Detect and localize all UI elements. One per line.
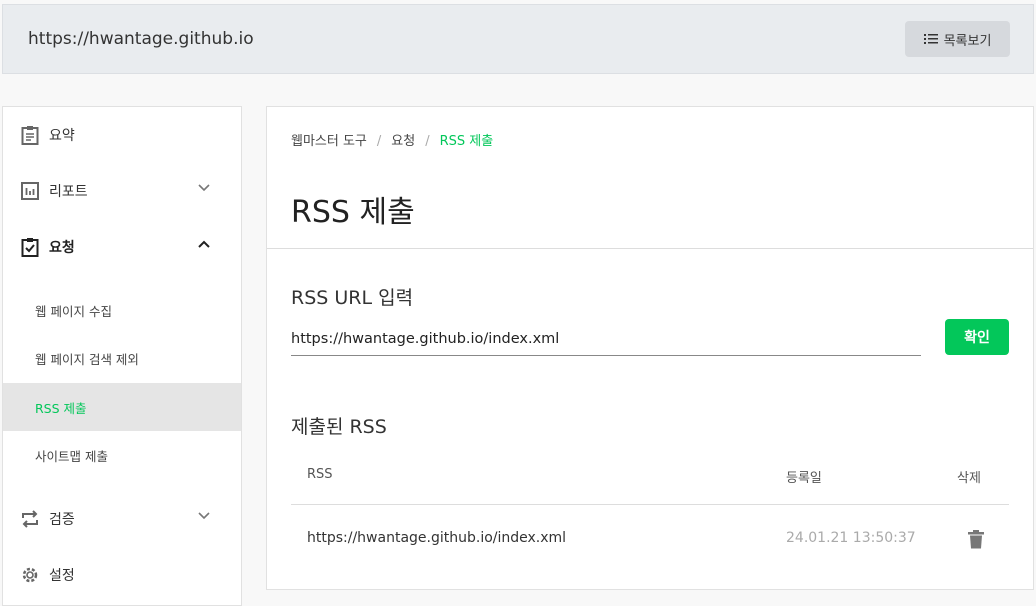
chevron-down-icon: [198, 184, 210, 192]
chart-icon: [21, 182, 39, 200]
clipboard-list-icon: [21, 126, 39, 145]
divider: [291, 504, 1009, 505]
sidebar-item-label: 검증: [49, 512, 75, 528]
sub-item-label: 웹 페이지 검색 제외: [35, 351, 139, 367]
sub-item-rss-submit[interactable]: RSS 제출: [3, 383, 241, 431]
sidebar: 요약 리포트 요청 웹 페이지 수집 웹 페이지 검색 제외 RSS 제출 사이…: [2, 106, 242, 606]
clipboard-check-icon: [21, 238, 39, 257]
submitted-rss-heading: 제출된 RSS: [291, 416, 387, 438]
column-header-delete: 삭제: [957, 471, 981, 486]
breadcrumb-item[interactable]: 웹마스터 도구: [291, 134, 367, 149]
rss-url-input[interactable]: [291, 323, 921, 356]
sub-item-page-crawl[interactable]: 웹 페이지 수집: [3, 286, 241, 334]
rss-url-label: RSS URL 입력: [291, 287, 414, 309]
breadcrumb-current: RSS 제출: [439, 134, 494, 149]
trash-icon[interactable]: [968, 530, 984, 549]
gear-icon: [22, 567, 38, 583]
column-header-date: 등록일: [786, 471, 822, 486]
sidebar-item-label: 설정: [49, 568, 75, 584]
sub-item-label: 웹 페이지 수집: [35, 303, 112, 319]
chevron-down-icon: [198, 512, 210, 520]
breadcrumb-item[interactable]: 요청: [391, 134, 415, 149]
main-panel: 웹마스터 도구/요청/RSS 제출 RSS 제출 RSS URL 입력 확인 제…: [266, 106, 1034, 590]
sidebar-item-label: 리포트: [49, 184, 88, 200]
column-header-rss: RSS: [307, 467, 333, 482]
list-view-button[interactable]: 목록보기: [905, 21, 1010, 57]
breadcrumb: 웹마스터 도구 / 요청 / RSS 제출: [291, 134, 494, 149]
sidebar-item-summary[interactable]: 요약: [3, 107, 241, 163]
sub-item-sitemap-submit[interactable]: 사이트맵 제출: [3, 431, 241, 479]
divider: [267, 248, 1033, 249]
sub-item-label: RSS 제출: [35, 400, 87, 416]
sidebar-item-label: 요청: [49, 240, 75, 256]
sub-item-label: 사이트맵 제출: [35, 448, 108, 464]
sub-item-page-exclude[interactable]: 웹 페이지 검색 제외: [3, 334, 241, 382]
sidebar-item-settings[interactable]: 설정: [3, 547, 241, 603]
sidebar-item-verify[interactable]: 검증: [3, 491, 241, 547]
list-icon: [923, 34, 938, 44]
confirm-button[interactable]: 확인: [945, 319, 1009, 355]
chevron-up-icon: [198, 240, 210, 248]
sidebar-item-request[interactable]: 요청: [3, 219, 241, 275]
site-url: https://hwantage.github.io: [28, 29, 254, 49]
top-bar: https://hwantage.github.io 목록보기: [2, 4, 1034, 74]
repeat-icon: [22, 510, 38, 528]
sidebar-item-report[interactable]: 리포트: [3, 163, 241, 219]
rss-url-cell: https://hwantage.github.io/index.xml: [307, 530, 567, 546]
list-view-label: 목록보기: [943, 33, 992, 49]
date-cell: 24.01.21 13:50:37: [786, 530, 916, 546]
sidebar-item-label: 요약: [49, 128, 75, 144]
page-title: RSS 제출: [291, 195, 415, 230]
